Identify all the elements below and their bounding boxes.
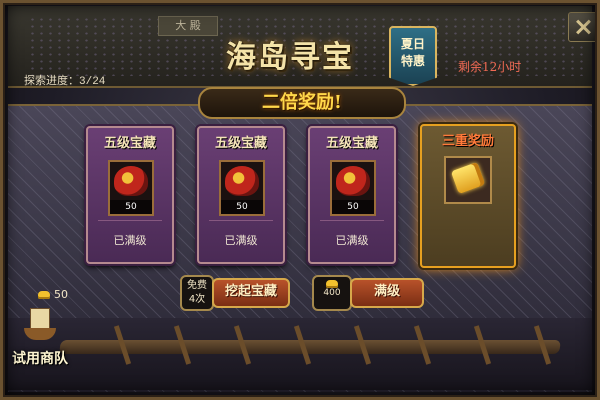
divider — [320, 220, 384, 221]
explore-progress: 探索进度：3/24 — [24, 76, 106, 88]
item-slot[interactable]: 50 — [219, 160, 265, 216]
hall-sign: 大 殿 — [158, 16, 218, 36]
free-label: 免费 — [187, 280, 207, 291]
free-dig-counter: 免费 4次 — [180, 275, 214, 311]
gold-ingot-icon — [326, 280, 338, 288]
cost-amount: 400 — [323, 288, 341, 298]
divider — [209, 220, 273, 221]
treasure-bag-icon — [336, 166, 370, 196]
badge-line-1: 夏日 — [400, 37, 425, 51]
max-level-button[interactable]: 满级 — [350, 278, 424, 308]
item-quantity: 50 — [221, 200, 263, 214]
coin-balance: 50 — [38, 288, 68, 301]
card-status: 已满级 — [224, 234, 258, 247]
double-reward-banner: 二倍奖励! — [198, 87, 406, 119]
golden-scroll-icon — [450, 161, 486, 195]
item-slot[interactable]: 50 — [108, 160, 154, 216]
game-window: 大 殿 海岛寻宝 夏日 特惠 剩余12小时 探索进度：3/24 二倍奖励! 五级… — [0, 0, 600, 400]
card-title: 三重奖励 — [441, 134, 494, 149]
treasure-card[interactable]: 五级宝藏 50 已满级 — [197, 126, 285, 264]
treasure-bag-icon — [114, 166, 148, 196]
item-quantity: 50 — [110, 200, 152, 214]
remaining-time: 剩余12小时 — [458, 60, 522, 74]
ship-hull — [24, 328, 56, 340]
card-title: 五级宝藏 — [325, 136, 378, 151]
close-button[interactable] — [568, 12, 600, 42]
ship-sail — [30, 308, 50, 330]
treasure-card[interactable]: 五级宝藏 50 已满级 — [86, 126, 174, 264]
card-title: 五级宝藏 — [103, 136, 156, 151]
item-slot[interactable] — [444, 156, 492, 204]
coin-amount: 50 — [54, 288, 68, 301]
treasure-card[interactable]: 五级宝藏 50 已满级 — [308, 126, 396, 264]
free-count: 4次 — [188, 294, 206, 305]
dig-treasure-button[interactable]: 挖起宝藏 — [212, 278, 290, 308]
item-quantity: 50 — [332, 200, 374, 214]
card-status: 已满级 — [335, 234, 369, 247]
divider — [98, 220, 162, 221]
trial-caravan-label[interactable]: 试用商队 — [12, 348, 68, 368]
badge-line-2: 特惠 — [400, 54, 425, 68]
item-slot[interactable]: 50 — [330, 160, 376, 216]
gold-ingot-icon — [38, 291, 50, 299]
upgrade-cost: 400 — [312, 275, 352, 311]
caravan-ship-icon[interactable] — [18, 304, 62, 346]
triple-reward-card[interactable]: 三重奖励 — [420, 124, 516, 268]
card-status: 已满级 — [113, 234, 147, 247]
page-title: 海岛寻宝 — [226, 40, 354, 75]
card-title: 五级宝藏 — [214, 136, 267, 151]
treasure-bag-icon — [225, 166, 259, 196]
summer-sale-badge[interactable]: 夏日 特惠 — [389, 26, 437, 86]
event-header: 大 殿 海岛寻宝 夏日 特惠 剩余12小时 探索进度：3/24 — [8, 6, 600, 88]
